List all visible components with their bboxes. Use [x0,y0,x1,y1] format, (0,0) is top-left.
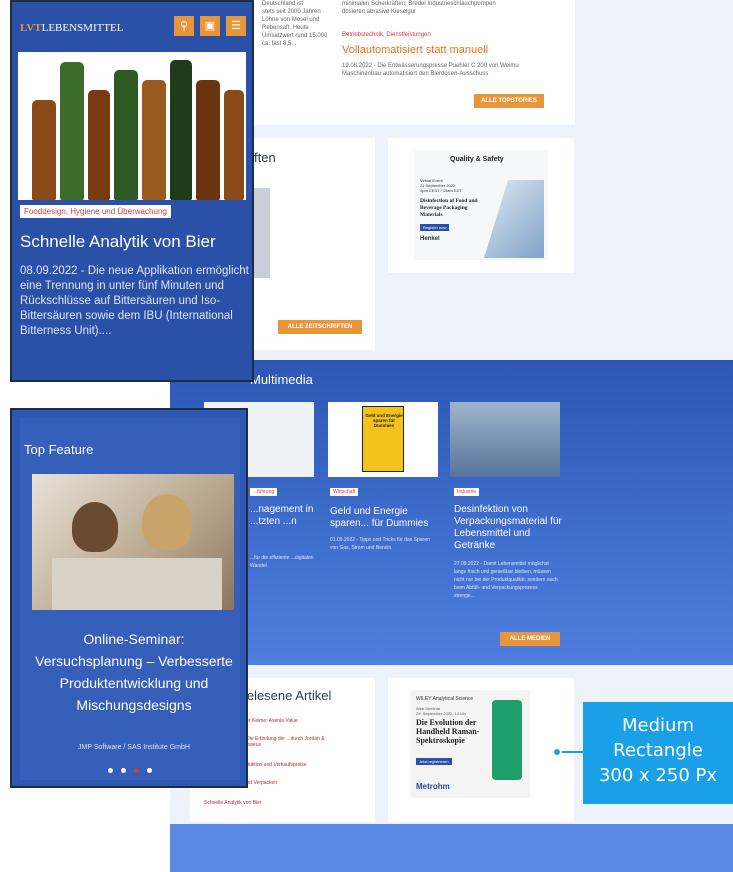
bottle [224,90,244,200]
callout-line: Medium [622,715,694,736]
text-line: Deutschland ist [262,1,304,7]
carousel-dot[interactable] [147,768,152,773]
ad-headline: Die Evolution der Handheld Raman-Spektro… [416,718,480,745]
seminar-photo[interactable] [32,474,234,610]
search-icon[interactable]: ⚲ [174,16,194,36]
all-magazines-button[interactable]: ALLE ZEITSCHRIFTEN [278,320,362,334]
bottle [32,100,56,200]
medium-rectangle-ad[interactable]: WILEY Analytical Science Web Seminar 29.… [388,678,574,822]
beer-bottles-image[interactable] [18,52,246,200]
section-title: ften [254,150,276,165]
ad-register: Register now [420,224,450,231]
text-line: Rebensaft. Heute [262,25,309,31]
most-read-item[interactable]: Schnelle Analytik von Bier [204,800,262,806]
media-tag: Industrie [454,488,480,496]
mobile-preview-article: LVTLEBENSMITTEL ⚲ ▣ ☰ Fooddesign, Hygien… [10,0,254,382]
carousel-dot[interactable] [121,768,126,773]
most-read-item[interactable]: ...duktion und Verkaufspreise [242,762,307,768]
top-text-right: minimalen Scherkräften: Bredel Industrie… [342,0,542,16]
media-tag: Wirtschaft [330,488,359,496]
media-text: ...für die effiziente ...digitalen Wande… [250,555,314,569]
article-headline[interactable]: Schnelle Analytik von Bier [20,231,248,253]
person-head [72,502,118,552]
ad-cta: Jetzt registrieren [416,758,452,765]
media-text: 27.09.2022 - Damit Lebensmittel möglichs… [454,561,558,599]
carousel-dot[interactable] [108,768,113,773]
webinar-ad-creative: Quality & Safety Virtual Event 21 Septem… [414,150,548,260]
menu-icon[interactable]: ☰ [226,16,246,36]
book-cover: Geld und Energie sparen für Dummies [362,406,404,472]
ad-date: Web Seminar 29. September 2022, 14 Uhr [416,706,466,716]
feature-headline[interactable]: Online-Seminar: Versuchsplanung – Verbes… [32,628,236,716]
text-line: ca. fast 8,5... [262,41,297,47]
bottle [88,90,110,200]
section-title: ...elesene Artikel [236,688,332,703]
ad-brand: Quality & Safety [450,156,504,163]
callout-dot [552,747,562,757]
media-tag: ...führung [250,488,278,496]
ad-sponsor: Henkel [420,236,440,242]
text-line: stets seit 2000 Jahren [262,9,321,15]
bottle [142,80,166,200]
category-tag[interactable]: Fooddesign, Hygiene und Überwachung [20,205,171,218]
story-headline[interactable]: Vollautomatisiert statt manuell [342,44,488,56]
book-title: Geld und Energie sparen für Dummies [365,413,403,428]
most-read-item[interactable]: ...Die Erfindung der ...durch Jordan & T… [242,736,328,748]
lock-icon[interactable]: ▣ [200,16,220,36]
ad-format-callout: Medium Rectangle 300 x 250 Px [583,702,733,804]
webinar-ad[interactable]: Quality & Safety Virtual Event 21 Septem… [388,138,574,273]
all-media-button[interactable]: ALLE MEDIEN [500,632,560,646]
ad-title: Disinfection of Food and Beverage Packag… [420,198,478,218]
media-headline[interactable]: ...nagement in ...tzten ...n [250,504,314,528]
multimedia-section: Multimedia ...führung ...nagement in ...… [170,360,733,665]
bottle [114,70,138,200]
promo-composite: Deutschland ist stets seit 2000 Jahren L… [0,0,733,872]
top-feature-label: Top Feature [24,442,94,457]
carousel-dots[interactable] [108,768,152,773]
story-text: 19.08.2022 - Die Entwässerungspresse Pue… [342,63,519,77]
bottle [60,62,84,200]
media-headline[interactable]: Geld und Energie sparen... für Dummies [330,506,442,530]
text-line: Umsatzwert rund 15.000 [262,33,328,39]
media-thumb[interactable]: Geld und Energie sparen für Dummies [328,402,438,477]
ad-sponsor: Metrohm [416,782,450,791]
desk [52,558,222,610]
bottle [196,80,220,200]
event-line: 4pm CEST / 10am EDT [420,188,462,193]
date-line: 29. September 2022, 14 Uhr [416,711,467,716]
site-logo[interactable]: LVTLEBENSMITTEL [20,22,124,34]
carousel-dot-active[interactable] [134,768,139,773]
handheld-device-image [492,700,522,780]
person-head [142,494,192,550]
text-line: dosieren abrasive Kieselgur [342,9,417,15]
mobile-preview-top-feature: Top Feature Online-Seminar: Versuchsplan… [10,408,248,788]
media-thumb[interactable] [450,402,560,477]
magazine-cover[interactable] [254,188,270,278]
bottle [170,60,192,200]
media-text: 01.09.2022 - Tipps und Tricks für das Sp… [330,537,430,551]
most-read-item[interactable]: ...er Keime: Axenia Value [242,718,298,724]
top-text-left: Deutschland ist stets seit 2000 Jahren L… [262,0,332,48]
ad-event: Virtual Event 21 September 2022 4pm CEST… [420,178,462,193]
story-tag[interactable]: Betriebstechnik, Dienstleistungen [342,32,431,38]
media-headline[interactable]: Desinfektion von Verpackungsmaterial für… [454,504,570,552]
mobile-header: LVTLEBENSMITTEL ⚲ ▣ ☰ [12,2,252,50]
callout-line: 300 x 250 Px [598,765,718,786]
bottles-image [484,180,544,258]
ad-brand-top: WILEY Analytical Science [416,696,474,702]
all-topstories-button[interactable]: ALLE TOPSTORIES [474,94,544,108]
feature-sub: JMP Software / SAS Institute GmbH [78,744,190,751]
article-teaser: 08.09.2022 - Die neue Applikation ermögl… [20,265,249,337]
callout-line: Rectangle [613,740,703,761]
logo-prefix: LVT [20,22,42,34]
logo-main: LEBENSMITTEL [41,22,124,34]
footer-strip [170,824,733,872]
ad-creative: WILEY Analytical Science Web Seminar 29.… [410,690,530,798]
text-line: minimalen Scherkräften: Bredel Industrie… [342,1,496,7]
text-line: Löhne von Mosel und [262,17,320,23]
section-title: Multimedia [250,372,313,387]
